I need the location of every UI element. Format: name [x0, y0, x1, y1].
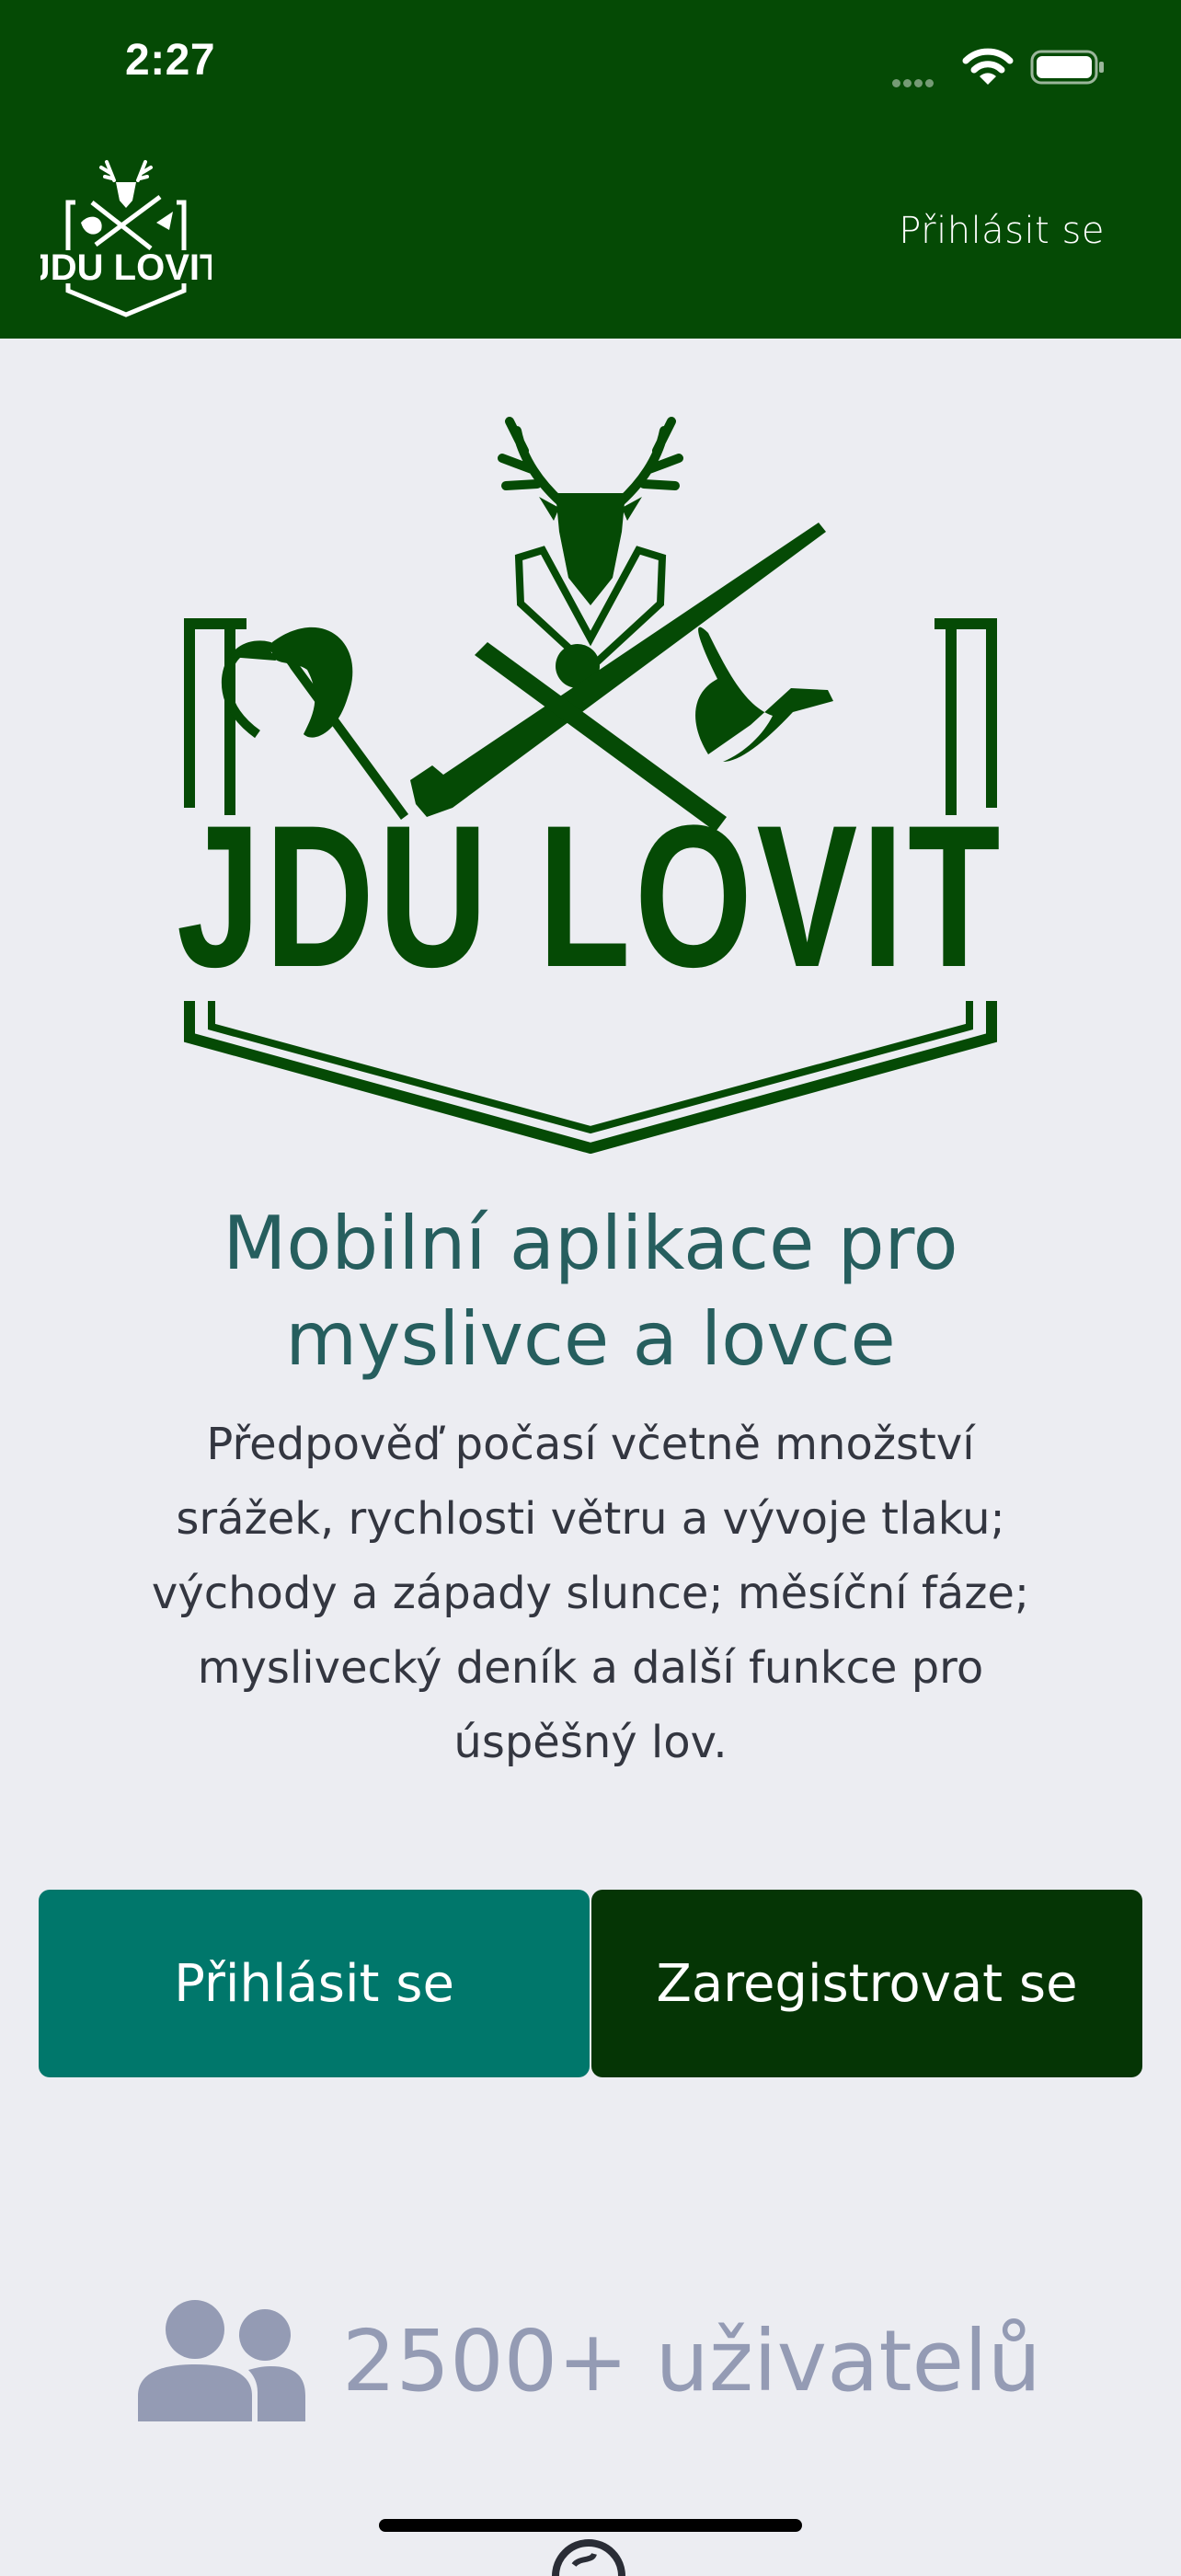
cellular-signal-icon: [892, 74, 936, 91]
users-count: 2500+ uživatelů: [342, 2311, 1041, 2410]
app-logo[interactable]: JDU LOVIT: [40, 153, 212, 318]
description-line: myslivecký deník a další funkce pro: [197, 1642, 984, 1694]
header-login-link[interactable]: Přihlásit se: [899, 210, 1105, 252]
description-line: úspěšný lov.: [453, 1717, 728, 1768]
battery-icon: [1030, 50, 1104, 85]
home-indicator[interactable]: [379, 2519, 802, 2532]
register-button[interactable]: Zaregistrovat se: [591, 1890, 1142, 2077]
status-time: 2:27: [125, 36, 216, 85]
page-title: Mobilní aplikace pro myslivce a lovce: [55, 1196, 1126, 1387]
description-line: srážek, rychlosti větru a vývoje tlaku;: [176, 1493, 1005, 1545]
login-button[interactable]: Přihlásit se: [39, 1890, 590, 2077]
users-stat: 2500+ uživatelů: [138, 2300, 1041, 2421]
title-line-2: myslivce a lovce: [285, 1296, 896, 1382]
description-line: Předpověď počasí včetně množství: [206, 1419, 975, 1470]
title-line-1: Mobilní aplikace pro: [223, 1201, 958, 1286]
users-icon: [138, 2300, 305, 2421]
hero-logo-text: JDU LOVIT: [177, 783, 1004, 1009]
hero-logo: JDU LOVIT: [177, 417, 1004, 1154]
logo-text: JDU LOVIT: [40, 247, 212, 288]
app-description: Předpověď počasí včetně množství srážek,…: [101, 1408, 1080, 1780]
description-line: východy a západy slunce; měsíční fáze;: [151, 1568, 1030, 1619]
wifi-icon: [962, 48, 1014, 85]
app-header: 2:27 JDU LOVIT Přihlásit se: [0, 0, 1181, 339]
